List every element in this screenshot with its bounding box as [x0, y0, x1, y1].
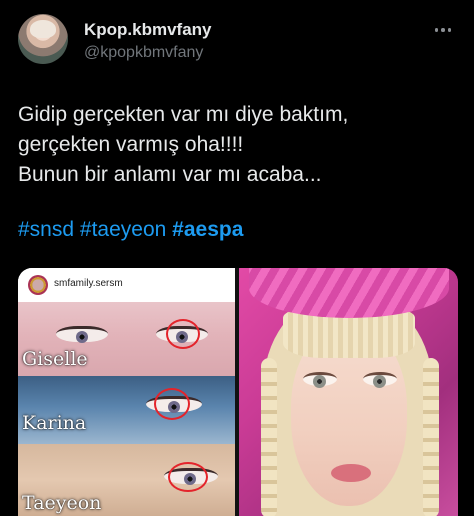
comparison-image[interactable]: smfamily.sersm Giselle Karina Taeyeon — [18, 268, 235, 516]
braid — [423, 358, 439, 516]
tweet-media[interactable]: smfamily.sersm Giselle Karina Taeyeon — [18, 268, 458, 516]
tweet-text-line: Gidip gerçekten var mı diye baktım, — [18, 103, 349, 126]
eye-closeup-karina: Karina — [18, 376, 235, 444]
tweet-text: Gidip gerçekten var mı diye baktım, gerç… — [18, 100, 458, 190]
eye — [56, 326, 108, 343]
highlight-circle — [166, 319, 200, 349]
eye — [303, 372, 337, 388]
eye — [363, 372, 397, 388]
member-label: Giselle — [22, 348, 88, 370]
eye-closeup-giselle: Giselle — [18, 302, 235, 376]
hashtag-list: #snsd #taeyeon #aespa — [18, 218, 243, 242]
tweet-text-line: gerçekten varmış oha!!!! — [18, 133, 244, 156]
hashtag-snsd[interactable]: #snsd — [18, 218, 74, 241]
highlight-circle — [154, 388, 190, 420]
author-display-name[interactable]: Kpop.kbmvfany — [84, 20, 212, 40]
bandana — [249, 268, 449, 318]
tweet-text-line: Bunun bir anlamı var mı acaba... — [18, 163, 322, 186]
more-options-icon[interactable] — [428, 20, 458, 40]
member-label: Taeyeon — [22, 492, 102, 514]
highlight-circle — [168, 462, 208, 492]
eye-closeup-taeyeon: Taeyeon — [18, 444, 235, 516]
author-handle[interactable]: @kpopkbmvfany — [84, 44, 203, 62]
hashtag-aespa[interactable]: #aespa — [172, 218, 243, 241]
lips — [331, 464, 371, 482]
member-label: Karina — [22, 412, 87, 434]
author-avatar[interactable] — [18, 14, 68, 64]
tweet: Kpop.kbmvfany @kpopkbmvfany Gidip gerçek… — [0, 0, 474, 516]
instagram-header: smfamily.sersm — [18, 268, 235, 302]
instagram-avatar — [28, 275, 48, 295]
braid — [261, 358, 277, 516]
portrait-image[interactable] — [239, 268, 458, 516]
hashtag-taeyeon[interactable]: #taeyeon — [80, 218, 166, 241]
instagram-account-name: smfamily.sersm — [54, 278, 123, 289]
